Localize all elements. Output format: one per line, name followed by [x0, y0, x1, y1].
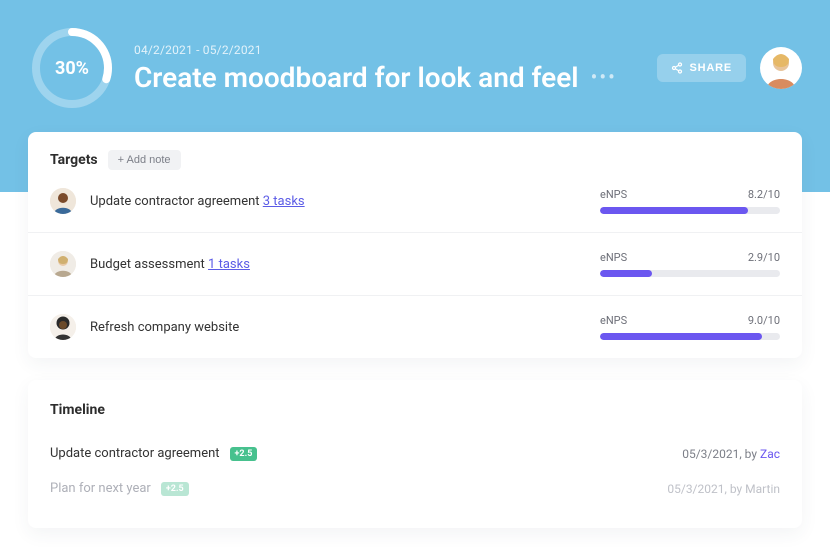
- more-menu-icon[interactable]: •••: [591, 65, 617, 89]
- timeline-item-title: Update contractor agreement: [50, 446, 220, 461]
- target-title: Refresh company website: [90, 320, 586, 335]
- metric-value: 8.2/10: [748, 188, 780, 201]
- page-title: Create moodboard for look and feel: [134, 61, 579, 94]
- share-icon: [671, 62, 683, 74]
- target-row[interactable]: Update contractor agreement 3 tasks eNPS…: [28, 178, 802, 232]
- timeline-author[interactable]: Martin: [745, 482, 780, 496]
- add-note-button[interactable]: + Add note: [108, 150, 181, 170]
- metric-block: eNPS 8.2/10: [600, 188, 780, 214]
- date-range: 04/2/2021 - 05/2/2021: [134, 43, 639, 57]
- timeline-meta: 05/3/2021, by Zac: [682, 447, 780, 461]
- share-button-label: SHARE: [689, 62, 732, 74]
- progress-ring: 30%: [28, 24, 116, 112]
- target-title: Budget assessment 1 tasks: [90, 257, 586, 272]
- metric-block: eNPS 9.0/10: [600, 314, 780, 340]
- target-title: Update contractor agreement 3 tasks: [90, 194, 586, 209]
- share-button[interactable]: SHARE: [657, 54, 746, 82]
- tasks-link[interactable]: 1 tasks: [208, 257, 250, 272]
- metric-block: eNPS 2.9/10: [600, 251, 780, 277]
- user-avatar[interactable]: [760, 47, 802, 89]
- metric-bar: [600, 270, 780, 277]
- targets-heading: Targets: [50, 152, 98, 168]
- targets-card: Targets + Add note Update contractor agr…: [28, 132, 802, 358]
- metric-label: eNPS: [600, 314, 627, 327]
- timeline-item-title: Plan for next year: [50, 481, 151, 496]
- delta-badge: +2.5: [230, 447, 258, 461]
- metric-label: eNPS: [600, 251, 627, 264]
- progress-percent-label: 30%: [28, 24, 116, 112]
- timeline-row[interactable]: Update contractor agreement +2.5 05/3/20…: [50, 436, 780, 471]
- delta-badge: +2.5: [161, 482, 189, 496]
- timeline-author[interactable]: Zac: [760, 447, 780, 461]
- timeline-card: Timeline Update contractor agreement +2.…: [28, 380, 802, 528]
- assignee-avatar: [50, 188, 76, 214]
- metric-value: 2.9/10: [748, 251, 780, 264]
- tasks-link[interactable]: 3 tasks: [263, 194, 305, 209]
- metric-bar: [600, 333, 780, 340]
- target-row[interactable]: Refresh company website eNPS 9.0/10: [28, 295, 802, 358]
- timeline-meta: 05/3/2021, by Martin: [667, 482, 780, 496]
- assignee-avatar: [50, 314, 76, 340]
- timeline-row[interactable]: Plan for next year +2.5 05/3/2021, by Ma…: [50, 471, 780, 506]
- metric-bar: [600, 207, 780, 214]
- target-row[interactable]: Budget assessment 1 tasks eNPS 2.9/10: [28, 232, 802, 295]
- metric-value: 9.0/10: [748, 314, 780, 327]
- assignee-avatar: [50, 251, 76, 277]
- timeline-heading: Timeline: [50, 402, 780, 418]
- metric-label: eNPS: [600, 188, 627, 201]
